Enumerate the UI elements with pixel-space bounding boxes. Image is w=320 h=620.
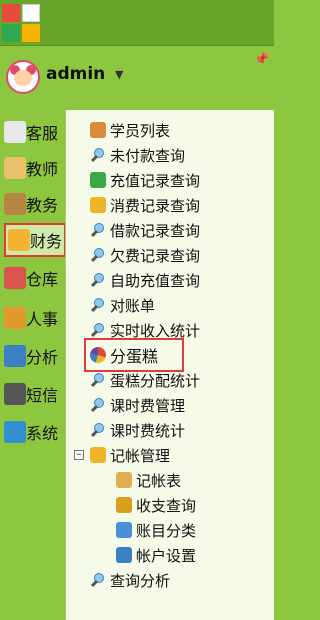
ledger-icon bbox=[116, 472, 132, 488]
nav-label: 教务 bbox=[26, 196, 59, 215]
tree-label: 分蛋糕 bbox=[110, 347, 159, 366]
tree-label: 课时费统计 bbox=[110, 421, 186, 440]
nav-label: 分析 bbox=[26, 348, 59, 367]
person-badge-icon bbox=[4, 307, 26, 329]
account-settings-icon bbox=[116, 547, 132, 563]
nav-label: 客服 bbox=[26, 124, 59, 143]
tree-item-4[interactable]: 借款记录查询 bbox=[90, 218, 200, 242]
pie-chart-icon bbox=[90, 347, 106, 363]
tree-label: 账目分类 bbox=[136, 521, 197, 540]
house-icon bbox=[4, 267, 26, 289]
tree-item-0[interactable]: 学员列表 bbox=[90, 118, 170, 142]
yellow-arrow-icon bbox=[90, 197, 106, 213]
tree-item-10[interactable]: 蛋糕分配统计 bbox=[90, 368, 200, 392]
app-logo bbox=[2, 4, 40, 42]
nav-item-0[interactable]: 客服 bbox=[2, 118, 64, 146]
tree-label: 帐户设置 bbox=[136, 546, 197, 565]
tree-item-17[interactable]: 帐户设置 bbox=[116, 543, 196, 567]
tree-label: 消费记录查询 bbox=[110, 196, 201, 215]
pin-icon[interactable]: 📌 bbox=[254, 52, 269, 66]
tree-label: 充值记录查询 bbox=[110, 171, 201, 190]
left-nav: 客服教师教务财务仓库人事分析短信系统 bbox=[0, 110, 66, 620]
tree-item-11[interactable]: 课时费管理 bbox=[90, 393, 185, 417]
top-banner bbox=[0, 0, 274, 46]
nav-item-4[interactable]: 仓库 bbox=[2, 264, 64, 292]
nav-label: 仓库 bbox=[26, 270, 59, 289]
search-icon bbox=[90, 272, 106, 288]
finance-tree: 学员列表未付款查询充值记录查询 消费记录查询 借款记录查询 欠费记录查询 自助充值查询对… bbox=[65, 110, 274, 620]
tree-item-14[interactable]: 记帐表 bbox=[116, 468, 181, 492]
tree-item-18[interactable]: 查询分析 bbox=[90, 568, 170, 592]
tree-label: 记帐管理 bbox=[110, 446, 171, 465]
search-icon bbox=[90, 422, 106, 438]
tree-item-8[interactable]: 实时收入统计 bbox=[90, 318, 200, 342]
search-icon bbox=[90, 247, 106, 263]
tree-label: 实时收入统计 bbox=[110, 321, 201, 340]
search-icon bbox=[90, 222, 106, 238]
nav-item-7[interactable]: 短信 bbox=[2, 380, 64, 408]
search-icon bbox=[90, 572, 106, 588]
tree-item-15[interactable]: 收支查询 bbox=[116, 493, 196, 517]
collapse-toggle-icon[interactable]: − bbox=[74, 450, 84, 460]
nav-item-5[interactable]: 人事 bbox=[2, 304, 64, 332]
tree-item-5[interactable]: 欠费记录查询 bbox=[90, 243, 200, 267]
nav-item-1[interactable]: 教师 bbox=[2, 154, 64, 182]
tree-label: 收支查询 bbox=[136, 496, 197, 515]
tree-item-3[interactable]: 消费记录查询 bbox=[90, 193, 200, 217]
tree-label: 学员列表 bbox=[110, 121, 171, 140]
nav-item-2[interactable]: 教务 bbox=[2, 190, 64, 218]
bar-chart-icon bbox=[4, 345, 26, 367]
tree-item-2[interactable]: 充值记录查询 bbox=[90, 168, 200, 192]
search-icon bbox=[90, 297, 106, 313]
tree-label: 未付款查询 bbox=[110, 146, 186, 165]
caret-down-icon[interactable]: ▼ bbox=[115, 68, 123, 81]
phone-icon bbox=[4, 383, 26, 405]
nav-label: 人事 bbox=[26, 310, 59, 329]
search-icon bbox=[90, 397, 106, 413]
tree-label: 蛋糕分配统计 bbox=[110, 371, 201, 390]
document-icon bbox=[4, 121, 26, 143]
username[interactable]: admin bbox=[46, 64, 105, 84]
tree-item-6[interactable]: 自助充值查询 bbox=[90, 268, 200, 292]
nav-label: 系统 bbox=[26, 424, 59, 443]
tree-label: 自助充值查询 bbox=[110, 271, 201, 290]
user-bar: admin ▼ 📌 bbox=[0, 46, 274, 110]
tree-label: 借款记录查询 bbox=[110, 221, 201, 240]
nav-item-8[interactable]: 系统 bbox=[2, 418, 64, 446]
search-icon bbox=[90, 322, 106, 338]
system-window-icon bbox=[4, 421, 26, 443]
tree-label: 查询分析 bbox=[110, 571, 171, 590]
nav-label: 教师 bbox=[26, 160, 59, 179]
tree-item-7[interactable]: 对账单 bbox=[90, 293, 155, 317]
tree-item-16[interactable]: 账目分类 bbox=[116, 518, 196, 542]
tree-item-9[interactable]: 分蛋糕 bbox=[90, 343, 158, 367]
category-icon bbox=[116, 522, 132, 538]
tree-item-1[interactable]: 未付款查询 bbox=[90, 143, 185, 167]
tree-label: 对账单 bbox=[110, 296, 156, 315]
treasure-icon bbox=[8, 229, 30, 251]
tree-label: 欠费记录查询 bbox=[110, 246, 201, 265]
folder-icon bbox=[90, 447, 106, 463]
books-icon bbox=[4, 193, 26, 215]
tree-item-13[interactable]: − 记帐管理 bbox=[74, 443, 170, 467]
search-icon bbox=[90, 372, 106, 388]
students-icon bbox=[90, 122, 106, 138]
nav-item-6[interactable]: 分析 bbox=[2, 342, 64, 370]
scroll-icon bbox=[4, 157, 26, 179]
tree-item-12[interactable]: 课时费统计 bbox=[90, 418, 185, 442]
coins-icon bbox=[116, 497, 132, 513]
green-arrow-icon bbox=[90, 172, 106, 188]
tree-label: 记帐表 bbox=[136, 471, 182, 490]
avatar[interactable] bbox=[6, 60, 40, 94]
nav-item-3[interactable]: 财务 bbox=[4, 223, 66, 257]
nav-label: 财务 bbox=[30, 232, 63, 251]
nav-label: 短信 bbox=[26, 386, 59, 405]
search-icon bbox=[90, 147, 106, 163]
tree-label: 课时费管理 bbox=[110, 396, 186, 415]
